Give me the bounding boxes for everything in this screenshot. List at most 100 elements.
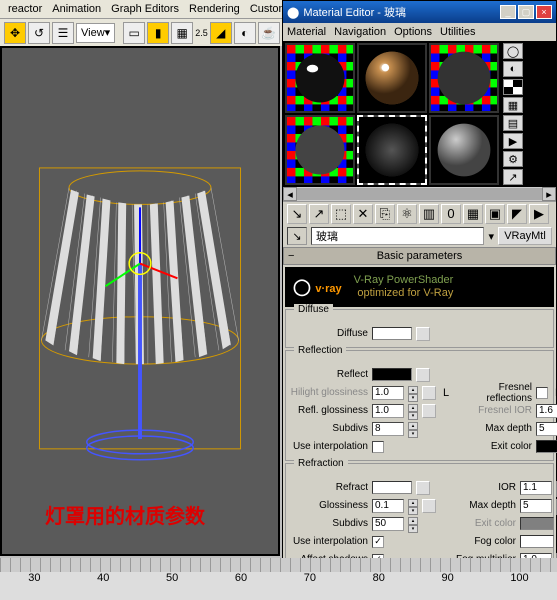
put-to-lib-icon[interactable]: ▥ <box>419 204 439 224</box>
ior-input[interactable] <box>520 481 552 495</box>
go-parent-icon[interactable]: ◤ <box>507 204 527 224</box>
menu-reactor[interactable]: reactor <box>4 3 46 15</box>
slot-6[interactable] <box>429 115 499 185</box>
timeline-track[interactable] <box>0 558 557 572</box>
spinner[interactable]: ▴▾ <box>408 404 418 418</box>
make-unique-icon[interactable]: ⚛ <box>397 204 417 224</box>
menu-utilities[interactable]: Utilities <box>440 26 475 38</box>
banner-line2: optimized for V-Ray <box>354 287 454 300</box>
rollup-basic-parameters[interactable]: − Basic parameters <box>283 247 556 265</box>
fog-color-swatch[interactable] <box>520 535 554 548</box>
sample-uv-icon[interactable]: ▦ <box>503 97 523 113</box>
diffuse-map-button[interactable] <box>416 327 430 341</box>
time-ruler: 30 40 50 60 70 80 90 100 <box>0 558 557 600</box>
material-menu: Material Navigation Options Utilities <box>283 23 556 41</box>
refract-swatch[interactable] <box>372 481 412 494</box>
show-end-icon[interactable]: ▣ <box>485 204 505 224</box>
menu-animation[interactable]: Animation <box>48 3 105 15</box>
hilight-map-button[interactable] <box>422 386 436 400</box>
refr-useinterp-checkbox[interactable]: ✓ <box>372 536 384 548</box>
move-icon[interactable]: ✥ <box>4 22 26 44</box>
view-dropdown[interactable]: View ▾ <box>76 23 115 43</box>
slot-5-selected[interactable] <box>357 115 427 185</box>
fresnel-ior-input[interactable] <box>536 404 557 418</box>
reflect-map-button[interactable] <box>416 368 430 382</box>
refl-maxdepth-input[interactable] <box>536 422 557 436</box>
viewport-perspective[interactable] <box>0 46 280 556</box>
options-icon[interactable]: ⚙ <box>503 151 523 167</box>
frame-num: 100 <box>510 572 528 588</box>
material-name-row: ↘ ▾ VRayMtl <box>283 225 556 247</box>
reflect-label: Reflect <box>290 369 368 380</box>
hilight-input[interactable] <box>372 386 404 400</box>
lock-icon[interactable]: L <box>552 387 557 399</box>
make-preview-icon[interactable]: ▶ <box>503 133 523 149</box>
refl-useinterp-checkbox[interactable] <box>372 441 384 453</box>
refr-gloss-input[interactable] <box>372 499 404 513</box>
undo-icon[interactable]: ↺ <box>28 22 50 44</box>
refl-subdivs-input[interactable] <box>372 422 404 436</box>
get-material-icon[interactable]: ↘ <box>287 204 307 224</box>
minimize-icon[interactable]: _ <box>500 5 516 19</box>
frame-num: 70 <box>304 572 316 588</box>
dropdown-icon[interactable]: ▾ <box>488 230 494 243</box>
lock-icon[interactable]: L <box>440 387 452 399</box>
teapot-icon[interactable]: ☕ <box>258 22 280 44</box>
menu-navigation[interactable]: Navigation <box>334 26 386 38</box>
select-by-mat-icon[interactable]: ↗ <box>503 169 523 185</box>
video-check-icon[interactable]: ▤ <box>503 115 523 131</box>
refr-subdivs-input[interactable] <box>372 517 404 531</box>
reflg-map-button[interactable] <box>422 404 436 418</box>
refract-label: Refract <box>290 482 368 493</box>
reflg-input[interactable] <box>372 404 404 418</box>
backlight-icon[interactable]: ◐ <box>503 61 523 77</box>
fresnel-checkbox[interactable] <box>536 387 548 399</box>
maximize-icon[interactable]: ▢ <box>518 5 534 19</box>
window-icon[interactable]: ▭ <box>123 22 145 44</box>
banner-line1: V-Ray PowerShader <box>354 274 454 287</box>
refr-maxdepth-input[interactable] <box>520 499 552 513</box>
menu-options[interactable]: Options <box>394 26 432 38</box>
grid-icon[interactable]: ▦ <box>171 22 193 44</box>
list-icon[interactable]: ☰ <box>52 22 74 44</box>
minus-icon: − <box>288 250 294 262</box>
refr-gloss-map-button[interactable] <box>422 499 436 513</box>
refr-exit-swatch[interactable] <box>520 517 554 530</box>
close-icon[interactable]: × <box>536 5 552 19</box>
shader-type-button[interactable]: VRayMtl <box>498 227 552 245</box>
scroll-left-icon[interactable]: ◂ <box>283 187 297 201</box>
frame-num: 60 <box>235 572 247 588</box>
spinner[interactable]: ▴▾ <box>408 386 418 400</box>
spinner[interactable]: ▴▾ <box>408 499 418 513</box>
render-icon[interactable]: ◐ <box>234 22 256 44</box>
slot-2[interactable] <box>357 43 427 113</box>
menu-material[interactable]: Material <box>287 26 326 38</box>
refract-map-button[interactable] <box>416 481 430 495</box>
slot-3[interactable] <box>429 43 499 113</box>
reflect-swatch[interactable] <box>372 368 412 381</box>
slot-scrollbar[interactable]: ◂ ▸ <box>283 187 556 201</box>
pick-material-icon[interactable]: ↘ <box>287 227 307 245</box>
menu-rendering[interactable]: Rendering <box>185 3 244 15</box>
device-icon[interactable]: ▮ <box>147 22 169 44</box>
show-map-icon[interactable]: ▦ <box>463 204 483 224</box>
sample-type-icon[interactable]: ◯ <box>503 43 523 59</box>
titlebar[interactable]: ⬤ Material Editor - 玻璃 _ ▢ × <box>283 1 556 23</box>
material-id-icon[interactable]: 0 <box>441 204 461 224</box>
refl-exit-swatch[interactable] <box>536 440 557 453</box>
make-copy-icon[interactable]: ⎘ <box>375 204 395 224</box>
material-name-input[interactable] <box>311 227 484 245</box>
diffuse-swatch[interactable] <box>372 327 412 340</box>
scroll-right-icon[interactable]: ▸ <box>542 187 556 201</box>
put-to-scene-icon[interactable]: ↗ <box>309 204 329 224</box>
measure-icon[interactable]: ◢ <box>210 22 232 44</box>
assign-icon[interactable]: ⬚ <box>331 204 351 224</box>
menu-graph-editors[interactable]: Graph Editors <box>107 3 183 15</box>
go-forward-icon[interactable]: ▶ <box>529 204 549 224</box>
reset-icon[interactable]: ✕ <box>353 204 373 224</box>
slot-4[interactable] <box>285 115 355 185</box>
spinner[interactable]: ▴▾ <box>408 422 418 436</box>
background-icon[interactable] <box>503 79 523 95</box>
spinner[interactable]: ▴▾ <box>408 517 418 531</box>
slot-1[interactable] <box>285 43 355 113</box>
